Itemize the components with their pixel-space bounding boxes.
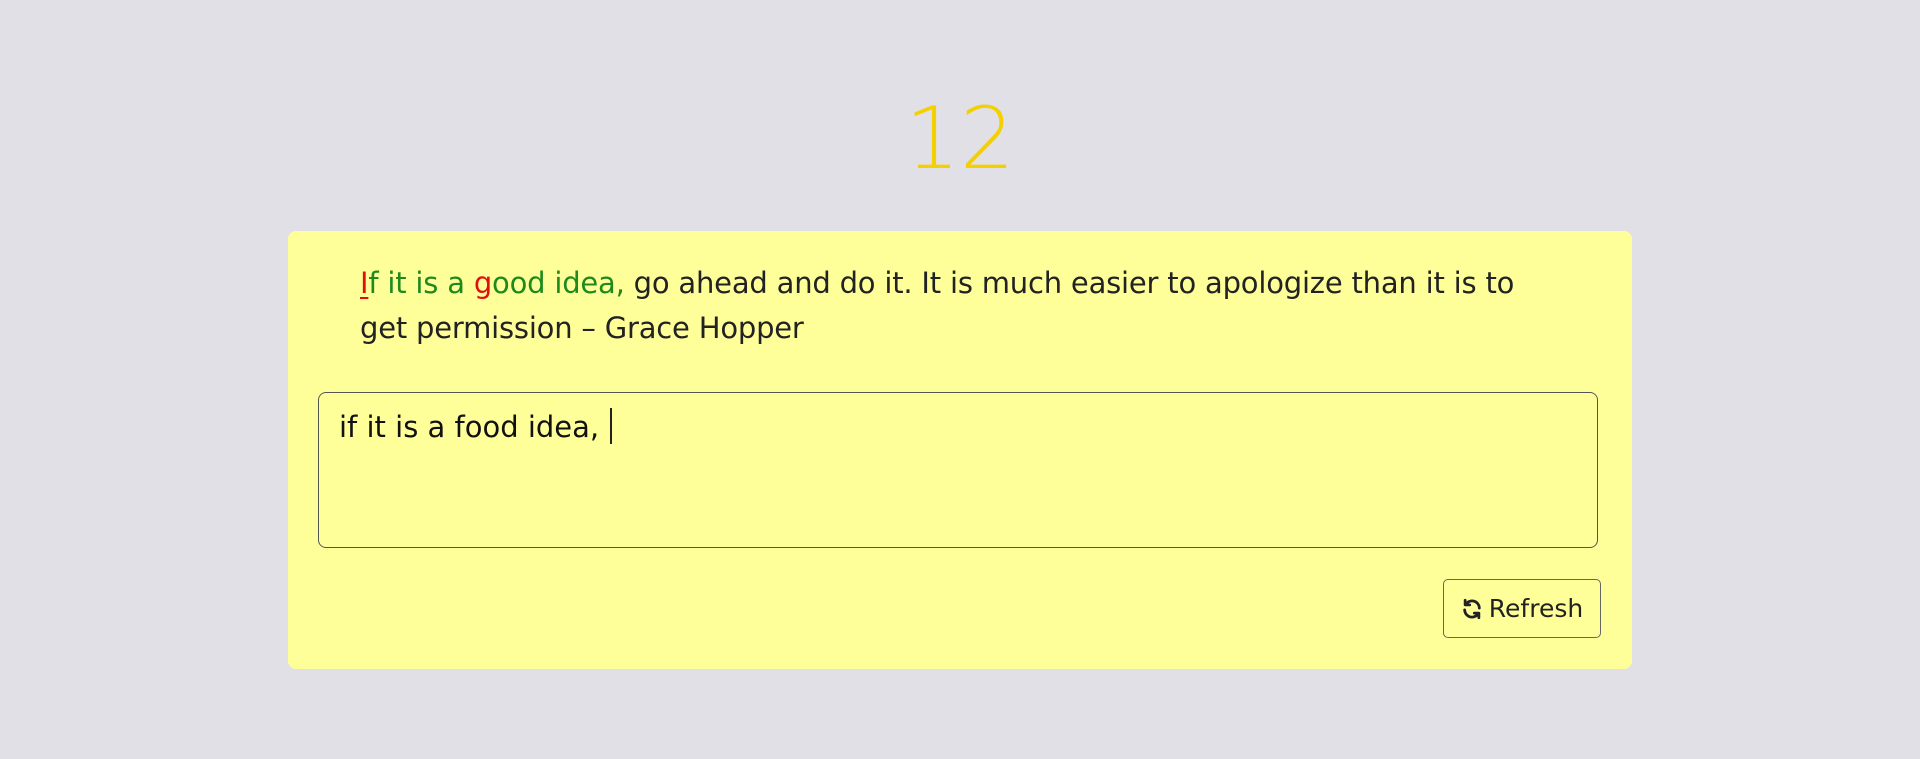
quote-text: If it is a good idea, go ahead and do it… — [360, 261, 1570, 351]
typing-input-value: if it is a food idea, — [339, 407, 612, 447]
refresh-button[interactable]: Refresh — [1443, 579, 1601, 638]
quote-segment-correct: ood idea, — [492, 266, 625, 300]
refresh-label: Refresh — [1488, 594, 1584, 623]
countdown-timer: 12 — [905, 89, 1015, 189]
quote-segment-correct: f it is a — [368, 266, 474, 300]
typing-input[interactable]: if it is a food idea, — [318, 392, 1598, 548]
refresh-icon — [1461, 598, 1483, 620]
text-caret — [610, 408, 612, 444]
typing-card: If it is a good idea, go ahead and do it… — [288, 231, 1632, 669]
typed-text: if it is a food idea, — [339, 410, 609, 444]
quote-char-error: g — [473, 266, 493, 300]
